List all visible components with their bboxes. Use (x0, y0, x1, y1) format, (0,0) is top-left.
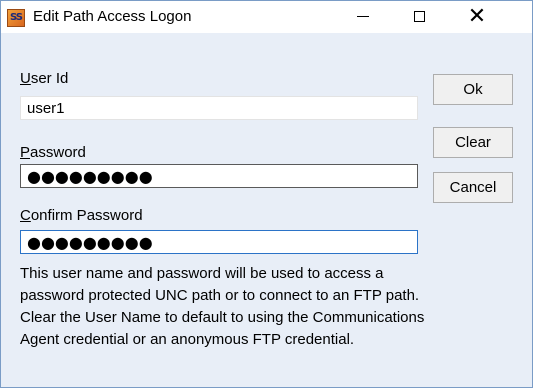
info-text: This user name and password will be used… (20, 263, 528, 351)
info-line: This user name and password will be used… (20, 265, 384, 282)
minimize-icon (357, 16, 369, 18)
confirm-password-label: Confirm Password (20, 207, 143, 224)
close-button[interactable]: ✕ (454, 1, 500, 33)
confirm-password-mask: ●●●●●●●●● (27, 233, 153, 252)
dialog-window: SS Edit Path Access Logon ✕ User Id user… (0, 0, 533, 388)
minimize-button[interactable] (340, 1, 386, 33)
maximize-button[interactable] (396, 1, 442, 33)
info-line: Clear the User Name to default to using … (20, 309, 425, 326)
user-id-input[interactable]: user1 (20, 96, 418, 120)
clear-button[interactable]: Clear (433, 127, 513, 158)
app-icon: SS (7, 9, 25, 27)
cancel-button[interactable]: Cancel (433, 172, 513, 203)
maximize-icon (413, 11, 425, 23)
info-line: password protected UNC path or to connec… (20, 287, 420, 304)
password-mask: ●●●●●●●●● (27, 167, 153, 186)
confirm-password-input[interactable]: ●●●●●●●●● (20, 230, 418, 254)
window-title: Edit Path Access Logon (33, 8, 192, 25)
password-label: Password (20, 144, 86, 161)
info-line: Agent credential or an anonymous FTP cre… (20, 331, 355, 348)
password-input[interactable]: ●●●●●●●●● (20, 164, 418, 188)
title-bar[interactable]: SS Edit Path Access Logon ✕ (1, 1, 532, 33)
ok-button[interactable]: Ok (433, 74, 513, 105)
user-id-label: User Id (20, 70, 69, 87)
close-icon: ✕ (467, 4, 487, 29)
